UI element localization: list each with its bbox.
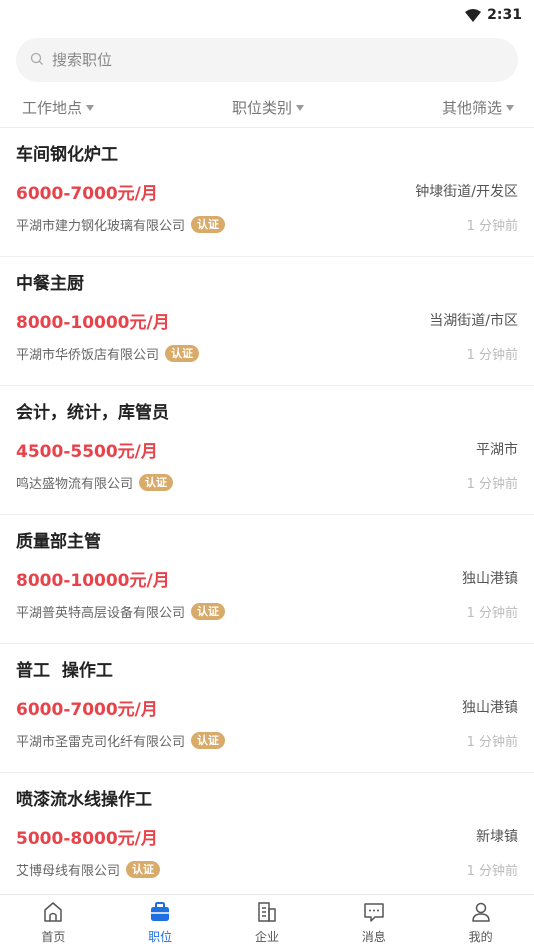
job-card[interactable]: 普工 操作工 6000-7000元/月 独山港镇 平湖市圣雷克司化纤有限公司 认证…: [0, 644, 534, 773]
job-salary: 8000-10000元/月: [16, 312, 170, 333]
job-card[interactable]: 车间钢化炉工 6000-7000元/月 钟埭街道/开发区 平湖市建力钢化玻璃有限…: [0, 128, 534, 257]
tab-home[interactable]: 首页: [13, 900, 93, 945]
job-salary: 4500-5500元/月: [16, 441, 158, 462]
job-location: 新埭镇: [476, 829, 518, 845]
filter-location[interactable]: 工作地点: [22, 97, 95, 118]
search-input[interactable]: [52, 51, 452, 69]
verified-badge: 认证: [165, 344, 200, 362]
post-time: 1 分钟前: [466, 476, 518, 492]
job-salary: 5000-8000元/月: [16, 828, 158, 849]
job-card[interactable]: 喷漆流水线操作工 5000-8000元/月 新埭镇 艾博母线有限公司 认证 1 分…: [0, 773, 534, 902]
job-salary: 6000-7000元/月: [16, 183, 158, 204]
status-time: 2:31: [487, 7, 522, 23]
verified-badge: 认证: [191, 215, 226, 233]
home-icon: [41, 900, 65, 924]
job-card[interactable]: 中餐主厨 8000-10000元/月 当湖街道/市区 平湖市华侨饭店有限公司 认证…: [0, 257, 534, 386]
tab-label: 首页: [41, 929, 66, 944]
job-title: 质量部主管: [16, 532, 101, 552]
tab-company[interactable]: 企业: [227, 900, 307, 945]
verified-badge: 认证: [191, 602, 226, 620]
company-name: 平湖市华侨饭店有限公司: [16, 347, 160, 363]
job-location: 平湖市: [476, 442, 518, 458]
company-name: 艾博母线有限公司: [16, 863, 121, 879]
building-icon: [255, 900, 279, 924]
filter-bar: 工作地点 职位类别 其他筛选: [0, 88, 534, 128]
search-icon: [30, 51, 44, 70]
user-icon: [469, 900, 493, 924]
caret-down-icon: [86, 104, 95, 111]
tab-label: 我的: [468, 929, 493, 944]
post-time: 1 分钟前: [466, 863, 518, 879]
post-time: 1 分钟前: [466, 605, 518, 621]
post-time: 1 分钟前: [466, 734, 518, 750]
search-bar[interactable]: [16, 38, 518, 82]
tab-label: 消息: [361, 929, 386, 944]
wifi-icon: [465, 8, 482, 22]
post-time: 1 分钟前: [466, 218, 518, 234]
verified-badge: 认证: [126, 860, 161, 878]
filter-category[interactable]: 职位类别: [232, 97, 304, 118]
verified-badge: 认证: [139, 473, 174, 491]
caret-down-icon: [296, 104, 304, 111]
tab-jobs[interactable]: 职位: [120, 900, 200, 945]
job-title: 会计，统计，库管员: [16, 403, 169, 423]
caret-down-icon: [505, 104, 514, 111]
verified-badge: 认证: [191, 731, 226, 749]
filter-label: 工作地点: [22, 99, 83, 117]
job-location: 独山港镇: [462, 571, 518, 587]
job-salary: 6000-7000元/月: [16, 699, 158, 720]
job-location: 钟埭街道/开发区: [415, 184, 518, 200]
post-time: 1 分钟前: [466, 347, 518, 363]
tab-label: 企业: [254, 929, 279, 944]
company-name: 平湖普英特高层设备有限公司: [16, 605, 186, 621]
job-title: 车间钢化炉工: [16, 145, 118, 165]
job-title: 普工 操作工: [16, 661, 113, 681]
job-card[interactable]: 会计，统计，库管员 4500-5500元/月 平湖市 鸣达盛物流有限公司 认证 1…: [0, 386, 534, 515]
company-name: 平湖市建力钢化玻璃有限公司: [16, 218, 186, 234]
job-title: 喷漆流水线操作工: [16, 790, 152, 810]
briefcase-icon: [148, 900, 172, 924]
message-icon: [362, 900, 386, 924]
job-location: 当湖街道/市区: [429, 313, 518, 329]
tab-label: 职位: [148, 929, 173, 944]
company-name: 平湖市圣雷克司化纤有限公司: [16, 734, 186, 750]
status-bar: 2:31: [0, 0, 534, 30]
job-card[interactable]: 质量部主管 8000-10000元/月 独山港镇 平湖普英特高层设备有限公司 认证…: [0, 515, 534, 644]
filter-other[interactable]: 其他筛选: [442, 97, 514, 118]
job-location: 独山港镇: [462, 700, 518, 716]
tab-profile[interactable]: 我的: [441, 900, 521, 945]
filter-label: 其他筛选: [441, 99, 502, 117]
job-list: 车间钢化炉工 6000-7000元/月 钟埭街道/开发区 平湖市建力钢化玻璃有限…: [0, 128, 534, 902]
company-name: 鸣达盛物流有限公司: [16, 476, 134, 492]
tab-messages[interactable]: 消息: [334, 900, 414, 945]
bottom-tab-bar: 首页 职位 企业 消息 我的: [0, 894, 534, 949]
job-salary: 8000-10000元/月: [16, 570, 170, 591]
job-title: 中餐主厨: [16, 274, 84, 294]
filter-label: 职位类别: [231, 99, 292, 117]
